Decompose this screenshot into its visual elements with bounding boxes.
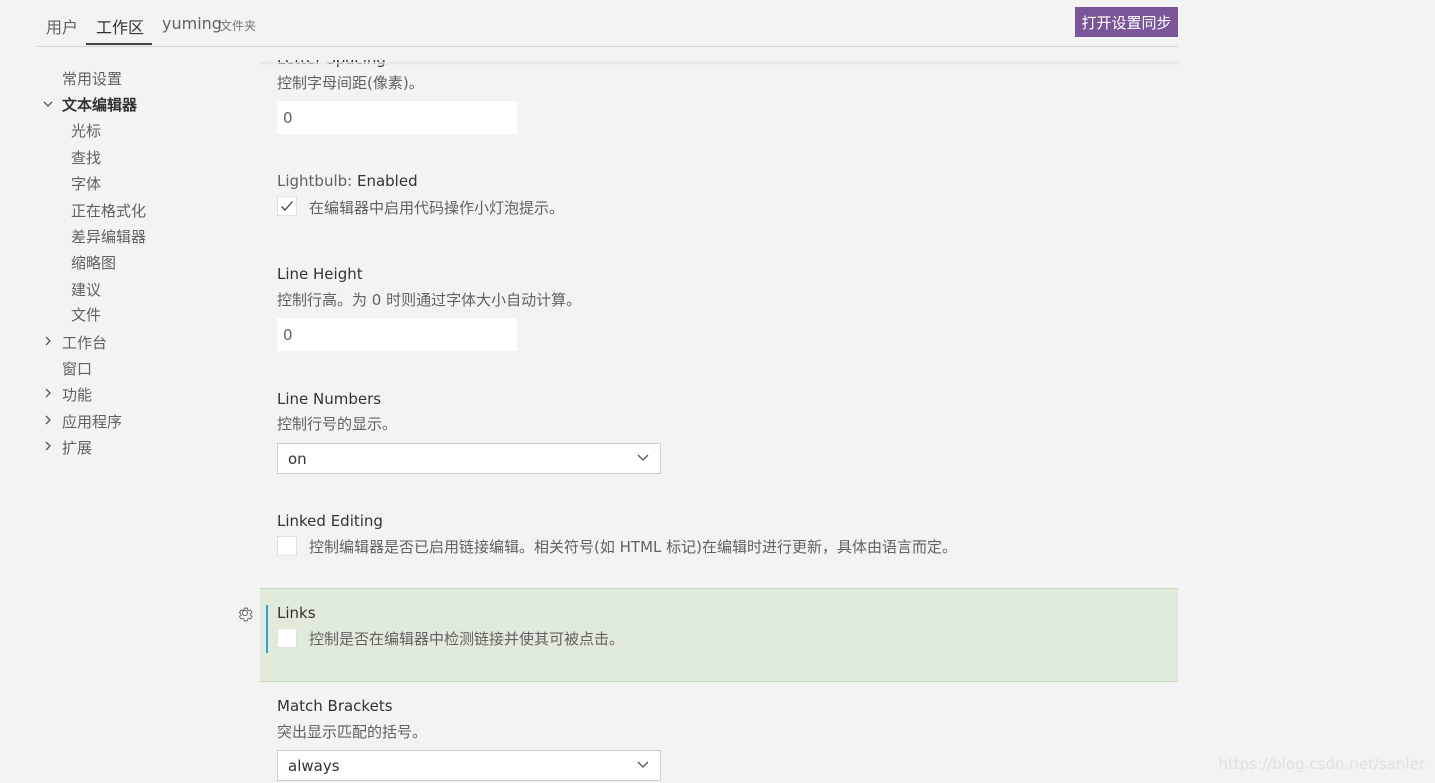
setting-title-links: Links: [277, 604, 316, 622]
setting-title-line-numbers: Line Numbers: [277, 390, 382, 408]
setting-title-linked-editing: Linked Editing: [277, 512, 383, 530]
setting-name-enabled: Enabled: [356, 172, 418, 190]
toc-item-find[interactable]: 查找: [71, 147, 101, 168]
chevron-down-icon: [636, 447, 650, 471]
toc-item-diff-editor[interactable]: 差异编辑器: [71, 226, 146, 247]
setting-title-line-height: Line Height: [277, 265, 363, 283]
chevron-down-icon[interactable]: [42, 98, 54, 110]
setting-desc-line-numbers: 控制行号的显示。: [277, 415, 398, 433]
toc-item-application[interactable]: 应用程序: [62, 411, 122, 432]
linked-editing-checkbox[interactable]: [277, 536, 297, 556]
toc-item-formatting[interactable]: 正在格式化: [71, 200, 146, 221]
toc-item-minimap[interactable]: 缩略图: [71, 252, 116, 273]
toc-item-commonly-used[interactable]: 常用设置: [62, 68, 122, 89]
lightbulb-enabled-checkbox[interactable]: [277, 196, 297, 216]
toc-item-text-editor[interactable]: 文本编辑器: [62, 94, 137, 115]
setting-row-links[interactable]: Links 控制是否在编辑器中检测链接并使其可被点击。: [238, 588, 1178, 682]
line-height-input[interactable]: [277, 318, 517, 351]
toc-item-cursor[interactable]: 光标: [71, 120, 101, 141]
line-numbers-select[interactable]: on: [277, 443, 661, 474]
toc-item-font[interactable]: 字体: [71, 173, 101, 194]
letter-spacing-input[interactable]: [277, 101, 517, 134]
setting-title-match-brackets: Match Brackets: [277, 697, 393, 715]
match-brackets-value: always: [288, 757, 340, 775]
focus-indicator: [266, 605, 268, 653]
match-brackets-select[interactable]: always: [277, 750, 661, 781]
checkmark-icon: [281, 201, 293, 211]
settings-editor: 用户 工作区 yuming 文件夹 打开设置同步 常用设置 文本编辑器 光标 查…: [0, 0, 1435, 783]
scroll-shadow: [260, 62, 1178, 66]
toc-item-suggestions[interactable]: 建议: [71, 279, 101, 300]
settings-tabs: 用户 工作区 yuming 文件夹: [36, 0, 1178, 47]
tab-folder-sublabel: 文件夹: [220, 19, 257, 33]
active-tab-indicator: [86, 43, 152, 45]
toc-item-window[interactable]: 窗口: [62, 358, 92, 379]
chevron-right-icon[interactable]: [42, 440, 54, 452]
gear-icon[interactable]: [236, 604, 254, 627]
toc-item-files[interactable]: 文件: [71, 304, 101, 325]
toc-item-extensions[interactable]: 扩展: [62, 437, 92, 458]
setting-desc-linked-editing: 控制编辑器是否已启用链接编辑。相关符号(如 HTML 标记)在编辑时进行更新，具…: [309, 538, 957, 556]
chevron-right-icon[interactable]: [42, 335, 54, 347]
tab-user[interactable]: 用户: [46, 14, 78, 38]
tab-folder[interactable]: yuming: [162, 14, 222, 33]
tab-workspace[interactable]: 工作区: [96, 14, 144, 38]
chevron-down-icon: [636, 754, 650, 778]
line-numbers-value: on: [288, 450, 307, 468]
setting-desc-lightbulb-enabled: 在编辑器中启用代码操作小灯泡提示。: [309, 199, 565, 217]
setting-desc-letter-spacing: 控制字母间距(像素)。: [277, 74, 424, 92]
settings-list: Letter Spacing 控制字母间距(像素)。 Lightbulb: En…: [238, 46, 1178, 783]
setting-desc-line-height: 控制行高。为 0 时则通过字体大小自动计算。: [277, 291, 582, 309]
turn-on-settings-sync-button[interactable]: 打开设置同步: [1075, 7, 1178, 37]
chevron-right-icon[interactable]: [42, 387, 54, 399]
setting-desc-links: 控制是否在编辑器中检测链接并使其可被点击。: [309, 630, 625, 648]
watermark: https://blog.csdn.net/sanler: [1218, 755, 1425, 773]
toc-item-features[interactable]: 功能: [62, 384, 92, 405]
toc-item-workbench[interactable]: 工作台: [62, 332, 107, 353]
setting-title-lightbulb-enabled: Lightbulb: Enabled: [277, 172, 418, 190]
setting-desc-match-brackets: 突出显示匹配的括号。: [277, 723, 428, 741]
links-checkbox[interactable]: [277, 628, 297, 648]
chevron-right-icon[interactable]: [42, 414, 54, 426]
setting-category-lightbulb: Lightbulb:: [277, 172, 357, 190]
